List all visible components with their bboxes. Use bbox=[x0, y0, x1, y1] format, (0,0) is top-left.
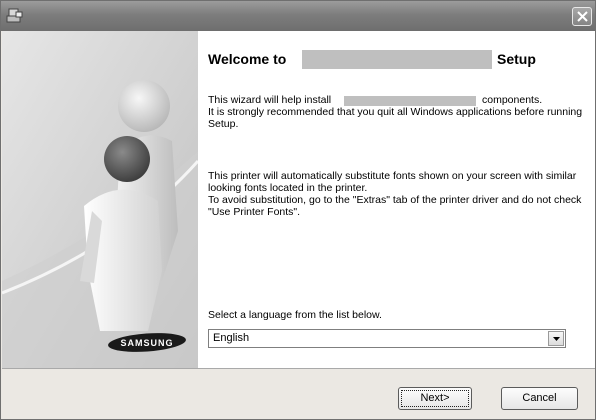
people-illustration bbox=[2, 31, 198, 368]
content-panel: Welcome to Setup This wizard will help i… bbox=[198, 31, 595, 377]
samsung-logo: SAMSUNG bbox=[107, 333, 187, 352]
close-icon bbox=[577, 11, 588, 22]
setup-window: SAMSUNG Welcome to Setup This wizard wil… bbox=[0, 0, 596, 420]
next-button[interactable]: Next> bbox=[398, 387, 472, 410]
dropdown-arrow-button[interactable] bbox=[548, 331, 564, 346]
language-select[interactable]: English bbox=[208, 329, 566, 348]
intro-recommendation: It is strongly recommended that you quit… bbox=[208, 106, 583, 130]
setup-icon bbox=[6, 8, 24, 24]
chevron-down-icon bbox=[553, 337, 560, 341]
cancel-button[interactable]: Cancel bbox=[501, 387, 578, 410]
cancel-button-label: Cancel bbox=[522, 392, 557, 404]
intro-text-end: components. bbox=[482, 94, 543, 106]
focus-rectangle bbox=[401, 390, 469, 407]
heading-suffix: Setup bbox=[497, 51, 536, 67]
svg-text:SAMSUNG: SAMSUNG bbox=[120, 338, 173, 348]
language-label: Select a language from the list below. bbox=[208, 309, 382, 321]
font-substitution-note: This printer will automatically substitu… bbox=[208, 170, 582, 218]
redacted-product-name bbox=[302, 50, 492, 69]
intro-text-start: This wizard will help install bbox=[208, 94, 332, 106]
heading-prefix: Welcome to bbox=[208, 51, 287, 67]
title-bar[interactable] bbox=[1, 1, 595, 31]
close-button[interactable] bbox=[572, 7, 592, 26]
button-bar: Next> Cancel bbox=[2, 368, 595, 419]
sidebar-panel: SAMSUNG bbox=[2, 31, 198, 368]
language-selected-value: English bbox=[213, 332, 250, 344]
redacted-component-name bbox=[344, 96, 476, 106]
